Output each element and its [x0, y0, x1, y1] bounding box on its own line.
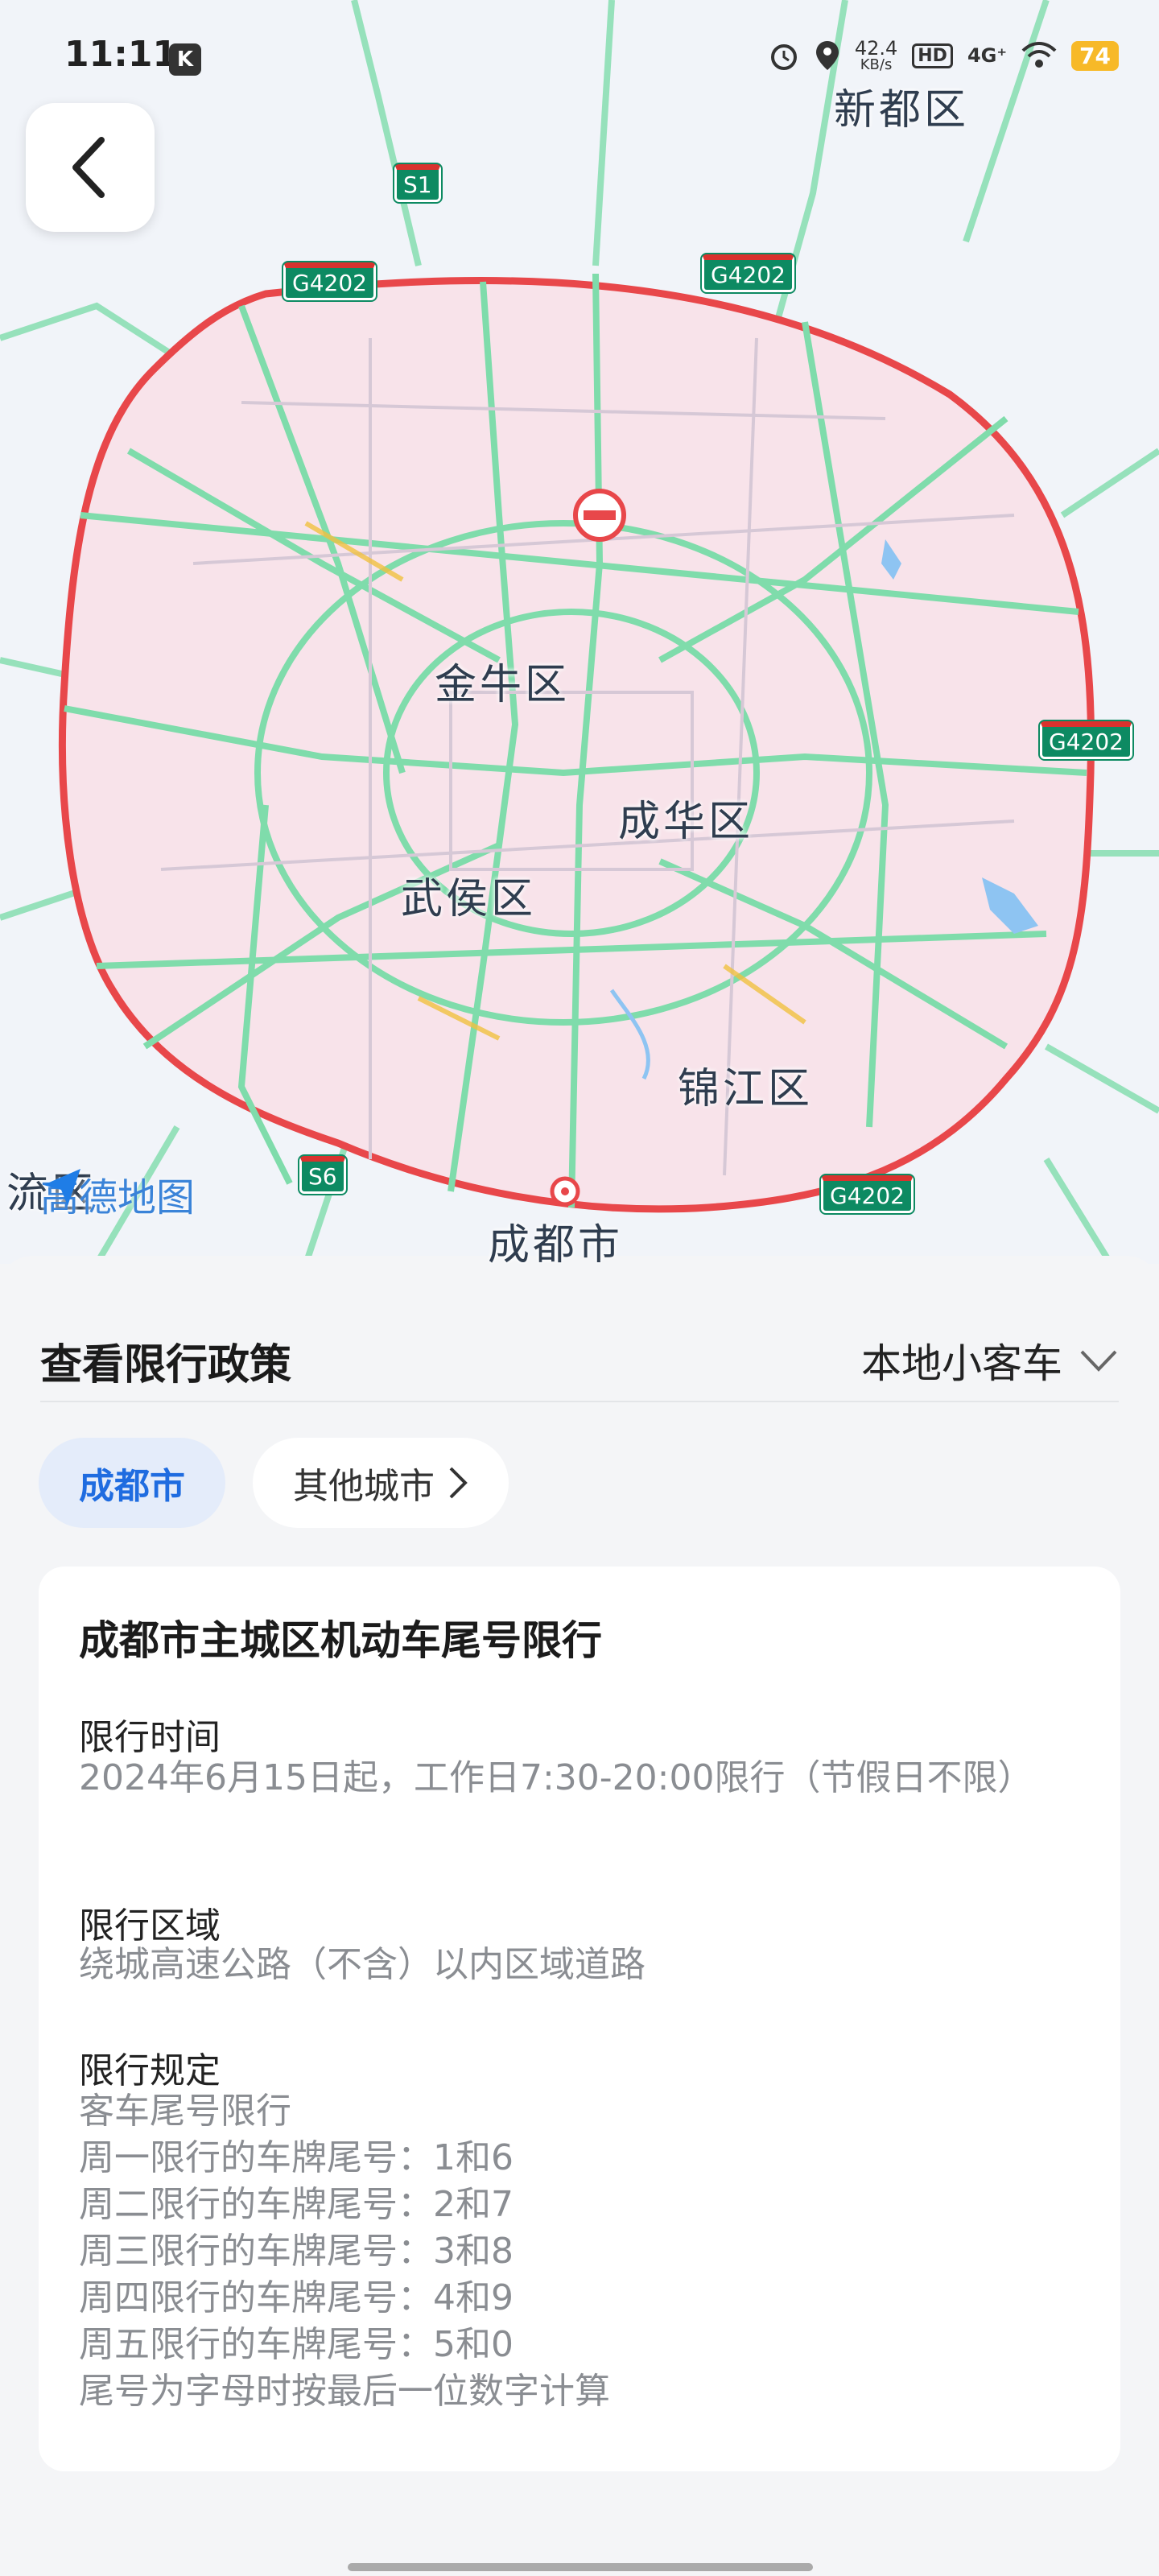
city-label: 成都市: [488, 1221, 624, 1264]
city-center-marker-icon: [550, 1176, 580, 1207]
status-time: 11:11: [64, 34, 178, 75]
road-shield-g4202: G4202: [283, 262, 376, 300]
wifi-icon: [1021, 42, 1057, 68]
chevron-right-icon: [449, 1467, 468, 1499]
amap-logo: 高德地图: [40, 1166, 195, 1222]
net-speed: 42.4 KB/s: [854, 37, 898, 73]
home-indicator[interactable]: [348, 2563, 813, 2571]
district-label-chenghua: 成华区: [618, 798, 754, 846]
policy-card: 成都市主城区机动车尾号限行 限行时间 2024年6月15日起，工作日7:30-2…: [39, 1567, 1120, 2471]
panel-header: 查看限行政策 本地小客车: [40, 1320, 1119, 1402]
other-cities-button[interactable]: 其他城市: [253, 1438, 509, 1528]
rule-item: 周五限行的车牌尾号：5和0: [79, 2324, 514, 2365]
chevron-down-icon: [1080, 1350, 1117, 1372]
area-text: 绕城高速公路（不含）以内区域道路: [79, 1944, 645, 1985]
no-entry-icon[interactable]: [573, 489, 626, 542]
road-shield-g4202: G4202: [702, 254, 794, 292]
amap-logo-icon: [43, 1169, 80, 1206]
back-button[interactable]: [26, 103, 155, 232]
network-icon: 4G⁺: [967, 44, 1008, 67]
map-view[interactable]: 新都区 金牛区 成华区 武侯区 锦江区 成都市 流区 S1 S6 G4202 G…: [0, 0, 1159, 1264]
road-shield-g4202: G4202: [1040, 721, 1132, 759]
district-label-jinjiang: 锦江区: [678, 1065, 814, 1113]
city-chip-chengdu[interactable]: 成都市: [39, 1438, 225, 1528]
road-shield-g4202: G4202: [821, 1175, 914, 1213]
vehicle-type-label: 本地小客车: [861, 1340, 1062, 1387]
hd-icon: HD: [912, 43, 953, 68]
district-label-wuhou: 武侯区: [401, 875, 537, 923]
status-bar: 11:11 K 42.4 KB/s HD 4G⁺ 74: [0, 0, 1159, 121]
alarm-icon: [770, 44, 797, 70]
district-label-jinniu: 金牛区: [435, 661, 571, 709]
rule-item: 周二限行的车牌尾号：2和7: [79, 2184, 514, 2225]
location-icon: [815, 41, 839, 70]
rule-item: 周三限行的车牌尾号：3和8: [79, 2231, 514, 2272]
map-canvas[interactable]: [0, 0, 1159, 1264]
time-label: 限行时间: [79, 1717, 221, 1758]
app-notification-icon: K: [169, 43, 201, 76]
time-text: 2024年6月15日起，工作日7:30-20:00限行（节假日不限）: [79, 1757, 1033, 1798]
rule-label: 限行规定: [79, 2050, 221, 2091]
rule-item: 尾号为字母时按最后一位数字计算: [79, 2371, 610, 2412]
city-chips: 成都市 其他城市: [39, 1438, 509, 1528]
battery-icon: 74: [1071, 40, 1119, 71]
rule-list: 客车尾号限行 周一限行的车牌尾号：1和6 周二限行的车牌尾号：2和7 周三限行的…: [79, 2088, 1085, 2415]
vehicle-type-select[interactable]: 本地小客车: [861, 1331, 1119, 1389]
rule-item: 客车尾号限行: [79, 2091, 291, 2132]
road-shield-s6: S6: [299, 1156, 346, 1194]
other-cities-label: 其他城市: [293, 1466, 435, 1507]
policy-title: 成都市主城区机动车尾号限行: [79, 1617, 602, 1664]
rule-item: 周四限行的车牌尾号：4和9: [79, 2277, 514, 2318]
area-label: 限行区域: [79, 1905, 221, 1946]
panel-title: 查看限行政策: [40, 1340, 292, 1389]
rule-item: 周一限行的车牌尾号：1和6: [79, 2137, 514, 2178]
road-shield-s1: S1: [394, 164, 441, 202]
chevron-left-icon: [72, 137, 105, 198]
